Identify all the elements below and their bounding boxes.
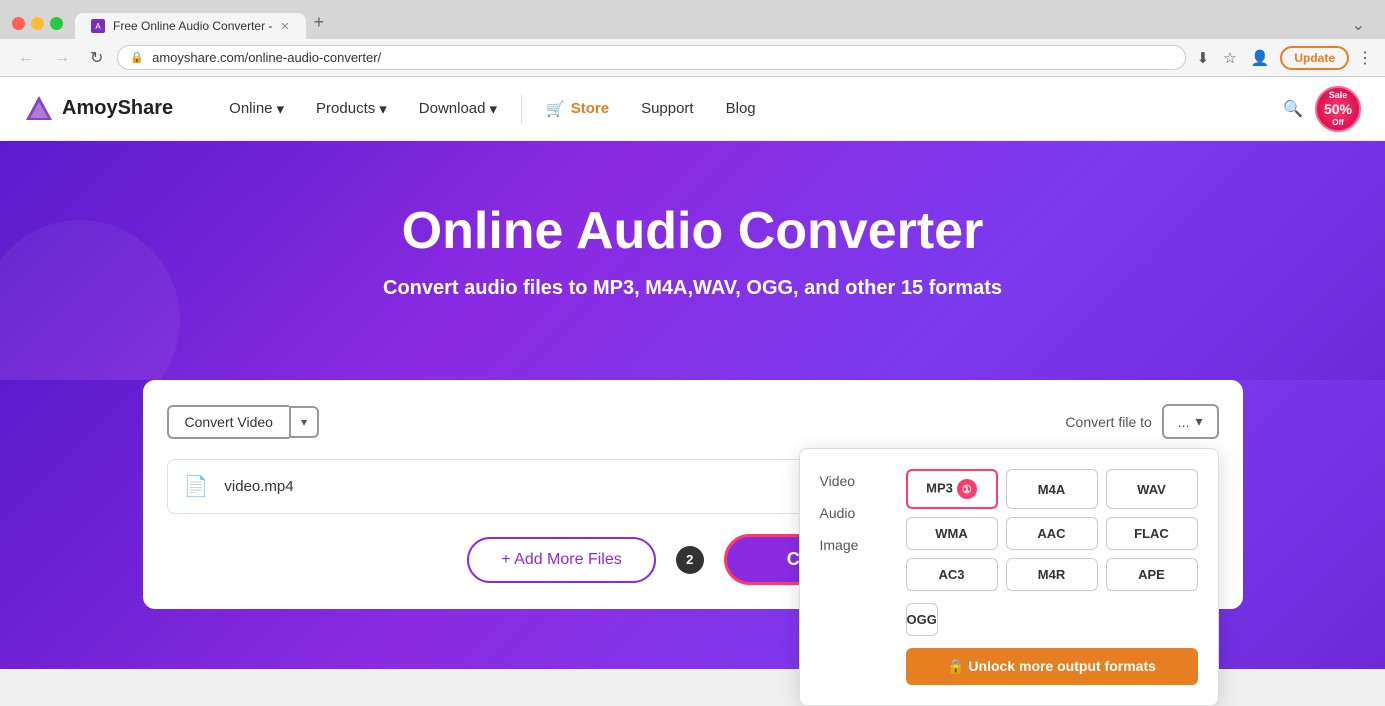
nav-item-support[interactable]: Support (625, 92, 710, 125)
format-btn-m4r[interactable]: M4R (1006, 558, 1098, 591)
lock-icon: 🔒 (130, 51, 144, 64)
chevron-down-icon: ▾ (1195, 413, 1202, 430)
browser-menu-icon[interactable]: ⋮ (1357, 48, 1373, 68)
format-btn-m4a[interactable]: M4A (1006, 469, 1098, 509)
category-audio[interactable]: Audio (820, 501, 890, 525)
format-grid-area: MP3① M4A WAV WMA AAC FLAC AC3 M4R APE (906, 469, 1198, 685)
nav-online-label: Online (229, 100, 272, 117)
sale-text: Sale (1329, 90, 1348, 101)
hero-section: Online Audio Converter Convert audio fil… (0, 141, 1385, 380)
converter-section: Convert Video ▾ Convert file to ... ▾ 📄 … (0, 380, 1385, 669)
chevron-down-icon: ▾ (277, 100, 285, 118)
logo-text: AmoyShare (62, 97, 173, 120)
nav-item-blog[interactable]: Blog (710, 92, 772, 125)
chevron-down-icon: ▾ (490, 100, 498, 118)
new-tab-button[interactable]: + (306, 8, 333, 37)
back-button[interactable]: ← (12, 47, 40, 69)
category-image[interactable]: Image (820, 533, 890, 557)
url-text: amoyshare.com/online-audio-converter/ (152, 50, 1173, 65)
nav-store-label: Store (571, 100, 609, 117)
format-btn-flac[interactable]: FLAC (1106, 517, 1198, 550)
format-panel-layout: Video Audio Image MP3① M4A WAV WMA (820, 469, 1198, 685)
format-grid: MP3① M4A WAV WMA AAC FLAC AC3 M4R APE (906, 469, 1198, 591)
sale-off: Off (1332, 118, 1344, 128)
convert-video-button-group: Convert Video ▾ (167, 405, 320, 439)
tab-favicon: A (91, 19, 105, 33)
nav-item-online[interactable]: Online ▾ (213, 92, 300, 126)
nav-item-store[interactable]: 🛒 Store (530, 92, 625, 126)
add-files-button[interactable]: + Add More Files (467, 537, 656, 583)
close-button[interactable] (12, 17, 25, 30)
format-btn-wma[interactable]: WMA (906, 517, 998, 550)
downloads-icon[interactable]: ⬇ (1194, 46, 1213, 70)
nav-products-label: Products (316, 100, 375, 117)
site-nav: AmoyShare Online ▾ Products ▾ Download ▾… (0, 77, 1385, 141)
convert-file-to-area: Convert file to ... ▾ (1065, 404, 1218, 439)
format-btn-aac[interactable]: AAC (1006, 517, 1098, 550)
category-video[interactable]: Video (820, 469, 890, 493)
converter-top: Convert Video ▾ Convert file to ... ▾ (167, 404, 1219, 439)
cart-icon: 🛒 (546, 100, 565, 118)
nav-right: 🔍 Sale 50% Off (1279, 86, 1361, 132)
update-button[interactable]: Update (1280, 46, 1349, 70)
sale-percent: 50% (1324, 101, 1352, 118)
nav-item-products[interactable]: Products ▾ (300, 92, 403, 126)
tab-bar: A Free Online Audio Converter - ✕ + ⌄ (75, 8, 1373, 39)
nav-divider (521, 94, 522, 124)
website: AmoyShare Online ▾ Products ▾ Download ▾… (0, 77, 1385, 669)
convert-format-button[interactable]: ... ▾ (1162, 404, 1219, 439)
tab-title: Free Online Audio Converter - (113, 19, 272, 33)
nav-download-label: Download (419, 100, 486, 117)
traffic-lights (12, 17, 63, 30)
hero-subtitle: Convert audio files to MP3, M4A,WAV, OGG… (24, 277, 1361, 300)
converter-box: Convert Video ▾ Convert file to ... ▾ 📄 … (143, 380, 1243, 609)
format-btn-row: OGG (906, 603, 1198, 636)
minimize-button[interactable] (31, 17, 44, 30)
maximize-button[interactable] (50, 17, 63, 30)
convert-video-dropdown-button[interactable]: ▾ (289, 406, 319, 438)
step2-badge: 2 (676, 546, 704, 574)
browser-toolbar: ← → ↻ 🔒 amoyshare.com/online-audio-conve… (0, 39, 1385, 76)
search-icon[interactable]: 🔍 (1279, 95, 1307, 123)
format-categories: Video Audio Image (820, 469, 890, 685)
format-btn-ape[interactable]: APE (1106, 558, 1198, 591)
refresh-button[interactable]: ↻ (84, 46, 109, 70)
format-btn-ac3[interactable]: AC3 (906, 558, 998, 591)
nav-support-label: Support (641, 100, 694, 117)
convert-file-to-label: Convert file to (1065, 414, 1151, 430)
chevron-down-icon: ▾ (379, 100, 387, 118)
forward-button[interactable]: → (48, 47, 76, 69)
sale-badge[interactable]: Sale 50% Off (1315, 86, 1361, 132)
logo[interactable]: AmoyShare (24, 94, 173, 124)
tab-close-button[interactable]: ✕ (280, 20, 289, 33)
step1-badge: ① (957, 479, 977, 499)
toolbar-right: ⬇ ☆ 👤 Update ⋮ (1194, 46, 1373, 70)
browser-chrome: A Free Online Audio Converter - ✕ + ⌄ ← … (0, 0, 1385, 77)
convert-video-main-button[interactable]: Convert Video (167, 405, 289, 439)
bookmark-icon[interactable]: ☆ (1220, 46, 1239, 70)
logo-icon (24, 94, 54, 124)
nav-blog-label: Blog (726, 100, 756, 117)
format-panel: Video Audio Image MP3① M4A WAV WMA (799, 448, 1219, 706)
nav-item-download[interactable]: Download ▾ (403, 92, 513, 126)
format-placeholder: ... (1178, 414, 1190, 430)
address-bar[interactable]: 🔒 amoyshare.com/online-audio-converter/ (117, 45, 1185, 70)
chevron-down-icon: ▾ (301, 415, 307, 429)
nav-links: Online ▾ Products ▾ Download ▾ 🛒 Store S… (213, 92, 1279, 126)
format-btn-ogg[interactable]: OGG (906, 603, 938, 636)
profile-icon[interactable]: 👤 (1248, 46, 1273, 70)
active-tab[interactable]: A Free Online Audio Converter - ✕ (75, 13, 306, 39)
hero-title: Online Audio Converter (24, 201, 1361, 261)
file-icon: 📄 (184, 474, 209, 499)
format-btn-wav[interactable]: WAV (1106, 469, 1198, 509)
browser-more-icon[interactable]: ⌄ (1344, 11, 1373, 39)
format-btn-mp3[interactable]: MP3① (906, 469, 998, 509)
